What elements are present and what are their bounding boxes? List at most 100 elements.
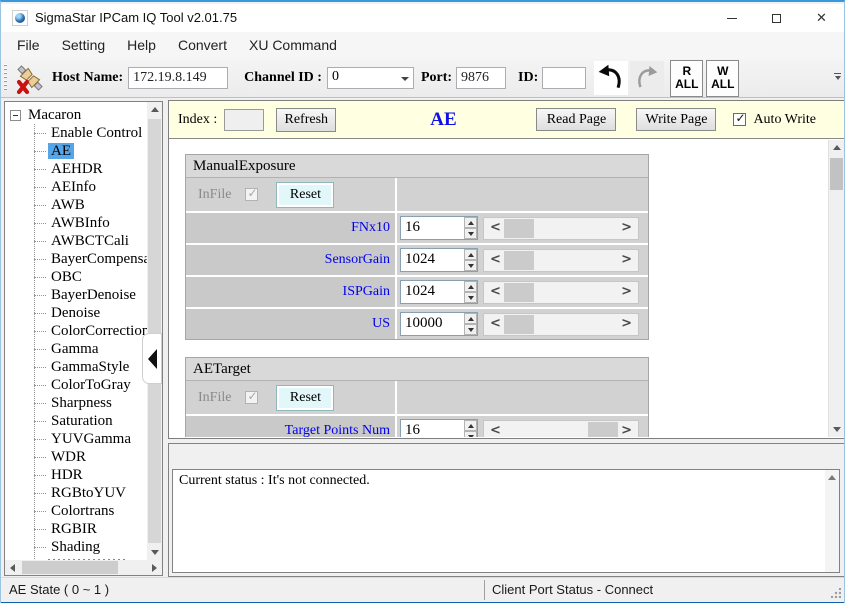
write-all-button[interactable]: WALL	[706, 60, 739, 97]
port-input[interactable]	[456, 67, 506, 89]
tree-item-aehdr[interactable]: AEHDR	[5, 160, 147, 178]
reset-button[interactable]: Reset	[276, 182, 334, 208]
tree-item-obc[interactable]: OBC	[5, 268, 147, 286]
tree-item-label[interactable]: RGBtoYUV	[48, 485, 129, 501]
slider-right-arrow[interactable]: >	[621, 284, 632, 299]
tree-item-awb[interactable]: AWB	[5, 196, 147, 214]
slider-right-arrow[interactable]: >	[621, 252, 632, 267]
menu-convert[interactable]: Convert	[167, 32, 238, 59]
channel-id-select[interactable]: 0	[327, 67, 414, 89]
tree-item-label[interactable]: OBC	[48, 269, 85, 285]
tree-item-rgbtoyuv[interactable]: RGBtoYUV	[5, 484, 147, 502]
tree-item-saturation[interactable]: Saturation	[5, 412, 147, 430]
slider-right-arrow[interactable]: >	[621, 220, 632, 235]
tree-item-label[interactable]: AEHDR	[48, 161, 106, 177]
value-spinner[interactable]: 1024	[400, 280, 478, 304]
slider-thumb[interactable]	[504, 219, 534, 238]
index-input[interactable]	[224, 109, 264, 131]
slider-thumb[interactable]	[504, 251, 534, 270]
tree-item-label[interactable]: BayerCompensat	[48, 251, 147, 267]
slider-left-arrow[interactable]: <	[490, 423, 501, 438]
spin-up-button[interactable]	[464, 249, 477, 260]
value-slider[interactable]: <>	[483, 420, 639, 438]
value-input[interactable]: 16	[401, 420, 464, 437]
id-input[interactable]	[542, 67, 586, 89]
maximize-button[interactable]	[754, 4, 799, 32]
spin-down-button[interactable]	[464, 324, 477, 335]
tree-item-label[interactable]: ColorCorrection	[48, 323, 147, 339]
value-input[interactable]: 1024	[401, 281, 464, 303]
tree-item-label[interactable]: Saturation	[48, 413, 116, 429]
host-name-input[interactable]	[128, 67, 228, 89]
tree-item-label[interactable]: AE	[48, 143, 74, 159]
tree-item-label[interactable]: Gamma	[48, 341, 101, 357]
menu-file[interactable]: File	[6, 32, 51, 59]
value-input[interactable]: 1024	[401, 249, 464, 271]
value-input[interactable]: 16	[401, 217, 464, 239]
slider-thumb[interactable]	[504, 283, 534, 302]
tree-root-label[interactable]: Macaron	[28, 106, 81, 124]
tree-item-denoise[interactable]: Denoise	[5, 304, 147, 322]
scrollbar-thumb[interactable]	[830, 158, 843, 190]
spin-up-button[interactable]	[464, 217, 477, 228]
spin-down-button[interactable]	[464, 292, 477, 303]
tree-item-aeinfo[interactable]: AEInfo	[5, 178, 147, 196]
slider-right-arrow[interactable]: >	[621, 423, 632, 438]
value-slider[interactable]: <>	[483, 249, 639, 272]
tree-item-yuvgamma[interactable]: YUVGamma	[5, 430, 147, 448]
read-page-button[interactable]: Read Page	[536, 108, 616, 131]
slider-right-arrow[interactable]: >	[621, 316, 632, 331]
tree-item-label[interactable]: AWBInfo	[48, 215, 113, 231]
tree-root-macaron[interactable]: Macaron	[5, 106, 147, 124]
scroll-down-button[interactable]	[829, 422, 844, 437]
tree-item-label[interactable]: Shading	[48, 539, 103, 555]
tree-item-label[interactable]: ColorToGray	[48, 377, 134, 393]
spin-down-button[interactable]	[464, 228, 477, 239]
slider-left-arrow[interactable]: <	[490, 252, 501, 267]
tree-item-rgbir[interactable]: RGBIR	[5, 520, 147, 538]
tree-item-label[interactable]: BayerDenoise	[48, 287, 139, 303]
tree-item-label[interactable]: AEInfo	[48, 179, 99, 195]
menu-setting[interactable]: Setting	[51, 32, 117, 59]
tree-item-shading[interactable]: Shading	[5, 538, 147, 556]
tree-item-label[interactable]: Colortrans	[48, 503, 117, 519]
scrollbar-thumb[interactable]	[22, 561, 118, 574]
minimize-button[interactable]	[709, 4, 754, 32]
infile-checkbox[interactable]: ✓	[245, 188, 258, 201]
undo-button[interactable]	[594, 61, 628, 95]
slider-left-arrow[interactable]: <	[490, 220, 501, 235]
slider-left-arrow[interactable]: <	[490, 316, 501, 331]
tree-item-label[interactable]: WDR	[48, 449, 89, 465]
spin-down-button[interactable]	[464, 260, 477, 271]
scrollbar-thumb[interactable]	[148, 119, 161, 543]
spin-up-button[interactable]	[464, 281, 477, 292]
tree-item-colorcorrection[interactable]: ColorCorrection	[5, 322, 147, 340]
toolbar-gripper[interactable]	[4, 64, 7, 92]
tree-item-label[interactable]: GammaStyle	[48, 359, 132, 375]
menu-help[interactable]: Help	[116, 32, 167, 59]
value-spinner[interactable]: 1024	[400, 248, 478, 272]
toolbar-overflow-button[interactable]	[833, 73, 842, 80]
tree-item-enable-control[interactable]: Enable Control	[5, 124, 147, 142]
tree-item-label[interactable]: Sharpness	[48, 395, 115, 411]
tree-item-label[interactable]: Enable Control	[48, 125, 145, 141]
tree-item-label[interactable]: RGBIR	[48, 521, 100, 537]
spin-up-button[interactable]	[464, 313, 477, 324]
log-vertical-scrollbar[interactable]	[825, 470, 839, 572]
value-spinner[interactable]: 16	[400, 419, 478, 437]
menu-xu-command[interactable]: XU Command	[238, 32, 348, 59]
tree-item-label[interactable]: YUVGamma	[48, 431, 134, 447]
resize-grip[interactable]	[831, 588, 841, 598]
tree-item-label[interactable]: HDR	[48, 467, 86, 483]
refresh-button[interactable]: Refresh	[276, 108, 336, 132]
slider-thumb[interactable]	[588, 422, 618, 438]
value-spinner[interactable]: 16	[400, 216, 478, 240]
value-slider[interactable]: <>	[483, 217, 639, 240]
tree-item-gammastyle[interactable]: GammaStyle	[5, 358, 147, 376]
tree-item-colortogray[interactable]: ColorToGray	[5, 376, 147, 394]
read-all-button[interactable]: RALL	[670, 60, 703, 97]
value-slider[interactable]: <>	[483, 313, 639, 336]
tree-horizontal-scrollbar[interactable]	[5, 560, 162, 575]
tree-item-awbctcali[interactable]: AWBCTCali	[5, 232, 147, 250]
tree-item-ae[interactable]: AE	[5, 142, 147, 160]
